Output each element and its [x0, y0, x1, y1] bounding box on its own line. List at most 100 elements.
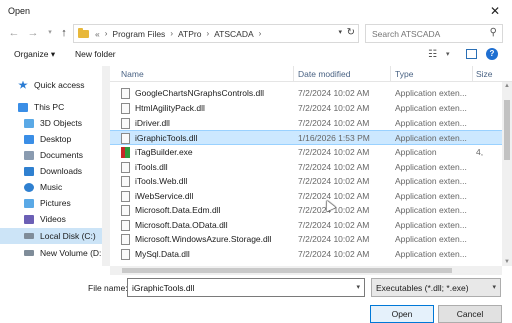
sidebar-item-desktop[interactable]: Desktop: [0, 131, 102, 147]
organize-button[interactable]: Organize ▾: [14, 49, 55, 60]
file-row[interactable]: iWebService.dll 7/2/2024 10:02 AM Applic…: [110, 189, 512, 204]
sidebar-item-downloads[interactable]: Downloads: [0, 163, 102, 179]
sidebar-item-music[interactable]: Music: [0, 179, 102, 195]
file-row[interactable]: MySql.Data.dll 7/2/2024 10:02 AM Applica…: [110, 247, 512, 262]
file-name: iTools.dll: [135, 162, 168, 172]
toolbar: Organize ▾ New folder ☷ ▾ ?: [0, 46, 512, 66]
breadcrumb-program-files[interactable]: Program Files: [112, 29, 165, 39]
chevron-right-icon: ›: [258, 29, 262, 38]
sidebar-item-quick-access[interactable]: Quick access: [0, 77, 102, 93]
file-date: 7/2/2024 10:02 AM: [298, 118, 370, 128]
recent-locations-icon[interactable]: ▾: [43, 25, 57, 41]
sidebar-item-this-pc[interactable]: This PC: [0, 99, 102, 115]
drive-icon: [24, 250, 34, 256]
dll-file-icon: [121, 220, 130, 231]
file-date: 7/2/2024 10:02 AM: [298, 249, 370, 259]
column-header-date[interactable]: Date modified: [298, 69, 350, 79]
breadcrumb-atpro[interactable]: ATPro: [178, 29, 201, 39]
desktop-icon: [24, 134, 34, 144]
column-header-size[interactable]: Size: [476, 69, 493, 79]
file-date: 7/2/2024 10:02 AM: [298, 88, 370, 98]
cube-icon: [24, 118, 34, 128]
refresh-icon[interactable]: ↻: [347, 27, 355, 38]
file-row[interactable]: iTagBuilder.exe 7/2/2024 10:02 AM Applic…: [110, 145, 512, 160]
file-list: ^ Name Date modified Type Size GoogleCha…: [110, 66, 512, 266]
file-name: iTools.Web.dll: [135, 176, 188, 186]
file-row[interactable]: iTools.dll 7/2/2024 10:02 AM Application…: [110, 160, 512, 175]
sidebar-item-label: Music: [40, 182, 63, 192]
search-input[interactable]: [372, 28, 482, 39]
column-header-name[interactable]: Name: [121, 69, 144, 79]
window-title: Open: [8, 6, 31, 16]
file-name-input[interactable]: [132, 282, 347, 293]
new-folder-button[interactable]: New folder: [75, 49, 116, 59]
breadcrumb-overflow[interactable]: «: [95, 29, 100, 39]
file-name: MySql.Data.dll: [135, 249, 190, 259]
file-type-filter[interactable]: Executables (*.dll; *.exe) ▾: [371, 278, 501, 297]
sidebar-item-pictures[interactable]: Pictures: [0, 195, 102, 211]
view-dropdown-icon[interactable]: ▾: [446, 50, 450, 58]
file-row[interactable]: Microsoft.Data.Edm.dll 7/2/2024 10:02 AM…: [110, 203, 512, 218]
file-type: Application exten...: [395, 118, 467, 128]
forward-arrow-icon[interactable]: →: [26, 25, 40, 41]
chevron-down-icon[interactable]: ▾: [356, 283, 360, 291]
column-divider[interactable]: [390, 66, 391, 82]
document-icon: [24, 150, 34, 160]
file-type: Application exten...: [395, 249, 467, 259]
file-row[interactable]: iTools.Web.dll 7/2/2024 10:02 AM Applica…: [110, 174, 512, 189]
chevron-right-icon: ›: [170, 29, 173, 38]
chevron-right-icon: ›: [104, 29, 108, 38]
file-row[interactable]: Microsoft.WindowsAzure.Storage.dll 7/2/2…: [110, 232, 512, 247]
sidebar-item-local-disk-c[interactable]: Local Disk (C:): [0, 228, 102, 244]
download-icon: [24, 166, 34, 176]
navigation-scrollbar[interactable]: [102, 66, 110, 266]
horizontal-scrollbar[interactable]: [110, 266, 502, 275]
file-date: 7/2/2024 10:02 AM: [298, 176, 370, 186]
file-row[interactable]: iDriver.dll 7/2/2024 10:02 AM Applicatio…: [110, 116, 512, 131]
scroll-down-icon[interactable]: ▼: [502, 259, 512, 265]
address-bar[interactable]: « › Program Files › ATPro › ATSCADA › ▾ …: [73, 24, 359, 43]
dll-file-icon: [121, 118, 130, 129]
file-name: iGraphicTools.dll: [135, 133, 198, 143]
file-row[interactable]: Microsoft.Data.OData.dll 7/2/2024 10:02 …: [110, 218, 512, 233]
file-name-combobox[interactable]: ▾: [127, 278, 365, 297]
cancel-button[interactable]: Cancel: [438, 305, 502, 323]
scroll-up-icon[interactable]: ▲: [502, 83, 512, 89]
file-row[interactable]: HtmlAgilityPack.dll 7/2/2024 10:02 AM Ap…: [110, 101, 512, 116]
file-date: 7/2/2024 10:02 AM: [298, 162, 370, 172]
sidebar-item-label: This PC: [34, 102, 65, 112]
sidebar-item-label: New Volume (D:: [40, 248, 102, 258]
column-header-type[interactable]: Type: [395, 69, 413, 79]
help-icon[interactable]: ?: [486, 48, 498, 60]
file-list-scrollbar[interactable]: ▲ ▼: [502, 82, 512, 266]
breadcrumb-atscada[interactable]: ATSCADA: [214, 29, 254, 39]
sidebar-item-label: 3D Objects: [40, 118, 83, 128]
column-divider[interactable]: [472, 66, 473, 82]
file-row-selected[interactable]: iGraphicTools.dll 1/16/2026 1:53 PM Appl…: [110, 130, 512, 145]
dll-file-icon: [121, 176, 130, 187]
file-type: Application exten...: [395, 162, 467, 172]
up-arrow-icon[interactable]: ↑: [57, 25, 71, 41]
file-row[interactable]: GoogleChartsNGraphsControls.dll 7/2/2024…: [110, 86, 512, 101]
file-type-filter-value: Executables (*.dll; *.exe): [376, 282, 469, 293]
scrollbar-thumb[interactable]: [122, 268, 452, 273]
file-name: GoogleChartsNGraphsControls.dll: [135, 88, 264, 98]
sidebar-item-new-volume-d[interactable]: New Volume (D:: [0, 245, 102, 261]
file-type: Application exten...: [395, 103, 467, 113]
sidebar-item-label: Quick access: [34, 80, 85, 90]
sidebar-item-documents[interactable]: Documents: [0, 147, 102, 163]
sidebar-item-label: Desktop: [40, 134, 72, 144]
file-name: iWebService.dll: [135, 191, 194, 201]
sidebar-item-videos[interactable]: Videos: [0, 211, 102, 227]
search-box[interactable]: ⚲: [365, 24, 503, 43]
open-button[interactable]: Open: [370, 305, 434, 323]
sidebar-item-3d-objects[interactable]: 3D Objects: [0, 115, 102, 131]
back-arrow-icon[interactable]: ←: [7, 25, 21, 41]
star-icon: [18, 80, 28, 89]
scrollbar-thumb[interactable]: [504, 100, 510, 160]
close-icon[interactable]: ✕: [488, 4, 502, 18]
preview-pane-icon[interactable]: [466, 49, 477, 59]
address-dropdown-icon[interactable]: ▾: [338, 28, 342, 36]
view-options-icon[interactable]: ☷: [428, 49, 437, 60]
column-divider[interactable]: [293, 66, 294, 82]
